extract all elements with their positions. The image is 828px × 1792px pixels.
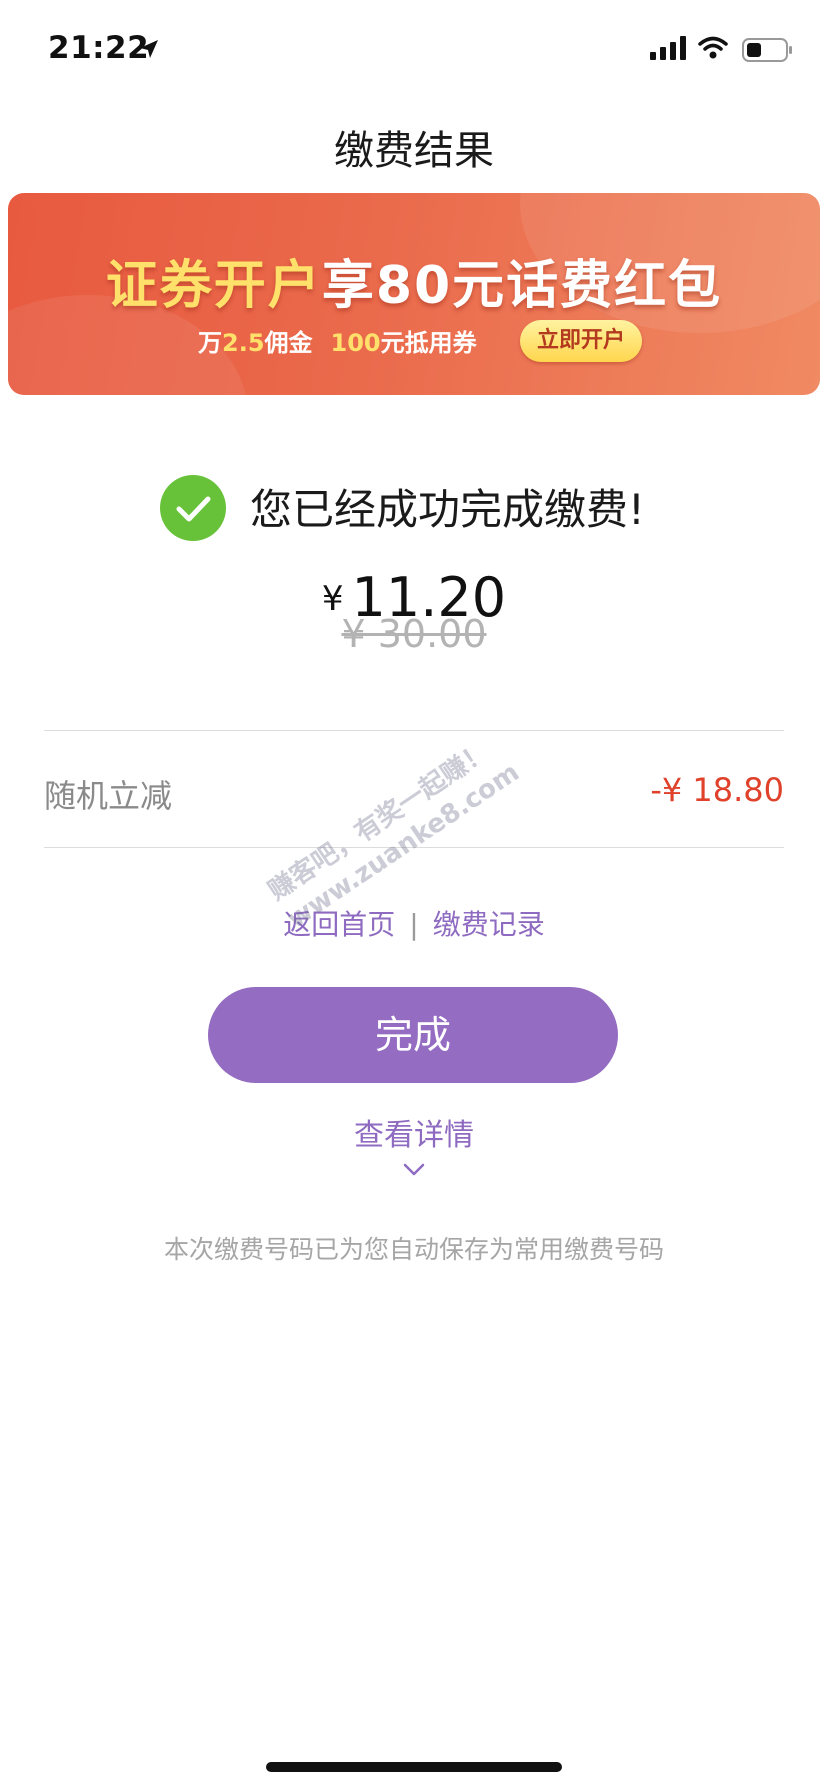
promo-banner[interactable]: 证券开户享80元话费红包 万2.5佣金 100元抵用券 立即开户 — [8, 193, 820, 395]
banner-sub-amount: 100 — [330, 329, 381, 357]
home-indicator[interactable] — [266, 1762, 562, 1772]
banner-sub-rate: 2.5 — [222, 329, 265, 357]
chevron-down-icon[interactable] — [403, 1162, 425, 1181]
banner-sub-mid: 佣金 — [264, 329, 313, 357]
divider — [44, 730, 784, 731]
wifi-icon — [698, 36, 728, 64]
saved-number-note: 本次缴费号码已为您自动保存为常用缴费号码 — [163, 1235, 664, 1264]
status-bar: 21:22 — [0, 0, 828, 100]
location-arrow-icon — [138, 38, 160, 64]
success-check-icon — [160, 475, 226, 541]
success-message: 您已经成功完成缴费! — [250, 485, 645, 534]
cellular-signal-icon — [650, 36, 686, 64]
action-links: 返回首页 | 缴费记录 — [0, 903, 828, 943]
payment-records-link[interactable]: 缴费记录 — [433, 908, 545, 941]
banner-sub-prefix: 万 — [198, 329, 222, 357]
status-time: 21:22 — [48, 30, 150, 66]
page-title: 缴费结果 — [334, 128, 494, 174]
banner-title-highlight: 证券开户 — [105, 256, 322, 316]
done-button[interactable]: 完成 — [208, 987, 618, 1083]
open-account-button[interactable]: 立即开户 — [520, 320, 642, 362]
banner-title-rest: 享80元话费红包 — [321, 256, 723, 316]
banner-subtitle: 万2.5佣金 100元抵用券 — [198, 323, 477, 358]
link-separator: | — [409, 908, 419, 941]
banner-sub-suffix: 元抵用券 — [380, 329, 477, 357]
battery-icon — [742, 38, 794, 66]
discount-value: -¥ 18.80 — [650, 771, 784, 809]
original-amount: ¥ 30.00 — [341, 612, 487, 656]
view-details-link[interactable]: 查看详情 — [0, 1110, 828, 1154]
discount-label: 随机立减 — [44, 777, 173, 815]
banner-title: 证券开户享80元话费红包 — [8, 243, 820, 318]
